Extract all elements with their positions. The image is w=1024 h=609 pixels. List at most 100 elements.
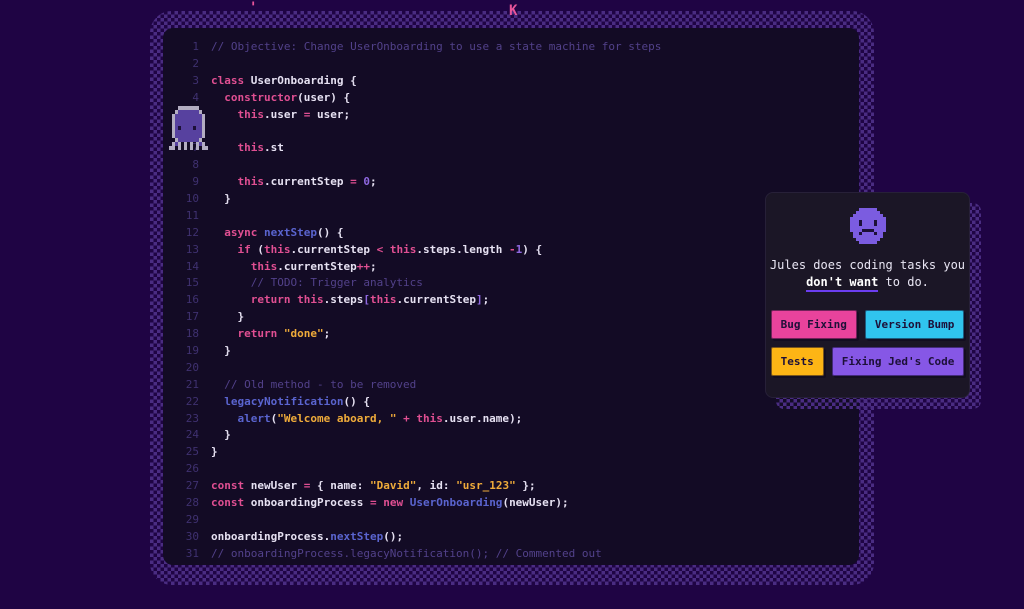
code-line: 4 constructor(user) { <box>184 90 859 107</box>
code-text: } <box>211 344 231 358</box>
code-text: } <box>211 310 245 324</box>
code-text: const newUser = { name: "David", id: "us… <box>211 479 536 493</box>
line-number: 28 <box>185 496 199 510</box>
code-text: // TODO: Trigger analytics <box>211 276 423 290</box>
code-text: } <box>211 192 231 206</box>
line-number: 9 <box>192 175 199 189</box>
line-number: 10 <box>185 192 199 206</box>
code-line: 8 <box>184 157 859 174</box>
code-text: // onboardingProcess.legacyNotification(… <box>211 546 602 560</box>
line-number: 25 <box>185 445 199 459</box>
line-number: 26 <box>185 462 199 476</box>
code-text: // Old method - to be removed <box>211 377 417 391</box>
line-number: 29 <box>185 512 199 526</box>
line-number: 24 <box>185 428 199 442</box>
code-text: if (this.currentStep < this.steps.length… <box>211 242 543 256</box>
code-line: 12 async nextStep() { <box>184 225 859 242</box>
code-text: this.currentStep = 0; <box>211 175 377 189</box>
line-number: 20 <box>185 360 199 374</box>
code-line: 25} <box>184 444 859 461</box>
line-number: 1 <box>192 40 199 53</box>
code-line: 31 // onboardingProcess.legacyNotificatio… <box>184 546 859 563</box>
line-number: 16 <box>185 293 199 307</box>
code-line: 29 <box>184 512 859 529</box>
tagline: Jules does coding tasks you don't want t… <box>769 257 966 292</box>
version-bump-button[interactable]: Version Bump <box>864 310 965 339</box>
code-text: this.user = user; <box>211 107 351 121</box>
code-text: constructor(user) { <box>211 90 351 104</box>
code-area: 1 // Objective: Change UserOnboarding to … <box>184 39 859 563</box>
bug-fixing-button[interactable]: Bug Fixing <box>770 310 857 339</box>
jules-card: Jules does coding tasks you don't want t… <box>765 192 970 398</box>
code-line: 22 legacyNotification() { <box>184 394 859 411</box>
tagline-line1: Jules does coding tasks you <box>769 258 966 272</box>
tests-button[interactable]: Tests <box>770 347 824 376</box>
code-text: const onboardingProcess = new UserOnboar… <box>211 496 569 510</box>
code-line: 1 // Objective: Change UserOnboarding to … <box>184 39 859 56</box>
code-line: 14 this.currentStep++; <box>184 259 859 276</box>
tagline-highlight: don't want <box>806 275 879 292</box>
code-text: return this.steps[this.currentStep]; <box>211 293 490 307</box>
line-number: 19 <box>185 344 199 358</box>
code-line: 26 <box>184 461 859 478</box>
code-line: 20 <box>184 360 859 377</box>
line-number: 17 <box>185 310 199 324</box>
line-number: 4 <box>192 90 199 104</box>
code-line: 19 } <box>184 343 859 360</box>
task-button-row: Tests Fixing Jed's Code <box>770 347 965 376</box>
line-number: 15 <box>185 276 199 290</box>
code-line: 15 // TODO: Trigger analytics <box>184 275 859 292</box>
code-text: this.st <box>211 141 284 155</box>
code-text: onboardingProcess.nextStep(); <box>211 529 404 543</box>
code-text: async nextStep() { <box>211 225 344 239</box>
line-number: 14 <box>185 259 199 273</box>
code-line: 3 class UserOnboarding { <box>184 73 859 90</box>
code-line: 17 } <box>184 309 859 326</box>
code-line: 30 onboardingProcess.nextStep(); <box>184 529 859 546</box>
line-number: 13 <box>185 242 199 256</box>
line-number: 3 <box>192 73 199 87</box>
code-text: } <box>211 428 231 442</box>
code-line: 2 <box>184 56 859 73</box>
fixing-jed-s-code-button[interactable]: Fixing Jed's Code <box>831 347 965 376</box>
code-text: return "done"; <box>211 327 331 341</box>
code-text: class UserOnboarding { <box>211 73 357 87</box>
sparkle-k-icon: K <box>509 3 518 19</box>
code-line: 10 } <box>184 191 859 208</box>
line-number: 21 <box>185 377 199 391</box>
code-line: 28 const onboardingProcess = new UserOnbo… <box>184 495 859 512</box>
page: ' K 1 // Objective: Change UserOnboarding… <box>0 0 1024 609</box>
code-line: 27 const newUser = { name: "David", id: "… <box>184 478 859 495</box>
code-line: 6 <box>184 123 859 140</box>
code-line: 21 // Old method - to be removed <box>184 377 859 394</box>
code-line: 7 this.st <box>184 140 859 157</box>
line-number: 27 <box>185 479 199 493</box>
code-line: 23 alert("Welcome aboard, " + this.user.… <box>184 411 859 428</box>
code-text: } <box>211 445 218 459</box>
code-line: 24 } <box>184 427 859 444</box>
code-text: this.currentStep++; <box>211 259 377 273</box>
line-number: 2 <box>192 56 199 70</box>
tagline-line2: don't want to do. <box>770 274 965 292</box>
line-number: 18 <box>185 327 199 341</box>
sad-face-icon <box>849 208 886 244</box>
line-number: 31 <box>185 546 199 560</box>
tagline-suffix: to do. <box>878 275 929 289</box>
line-number: 23 <box>185 411 199 425</box>
line-number: 8 <box>192 158 199 172</box>
code-text: alert("Welcome aboard, " + this.user.nam… <box>211 411 523 425</box>
code-text: legacyNotification() { <box>211 394 370 408</box>
code-line: 13 if (this.currentStep < this.steps.len… <box>184 242 859 259</box>
code-line: 5 this.user = user; <box>184 107 859 124</box>
octopus-cursor-icon <box>169 106 208 150</box>
task-button-row: Bug Fixing Version Bump <box>770 310 965 339</box>
task-buttons: Bug Fixing Version Bump Tests Fixing Jed's … <box>770 310 965 376</box>
line-number: 22 <box>185 394 199 408</box>
code-line: 11 <box>184 208 859 225</box>
code-editor[interactable]: 1 // Objective: Change UserOnboarding to … <box>163 28 859 565</box>
code-line: 16 return this.steps[this.currentStep]; <box>184 292 859 309</box>
line-number: 12 <box>185 225 199 239</box>
code-line: 18 return "done"; <box>184 326 859 343</box>
code-text: // Objective: Change UserOnboarding to u… <box>211 40 662 53</box>
line-number: 11 <box>185 208 199 222</box>
